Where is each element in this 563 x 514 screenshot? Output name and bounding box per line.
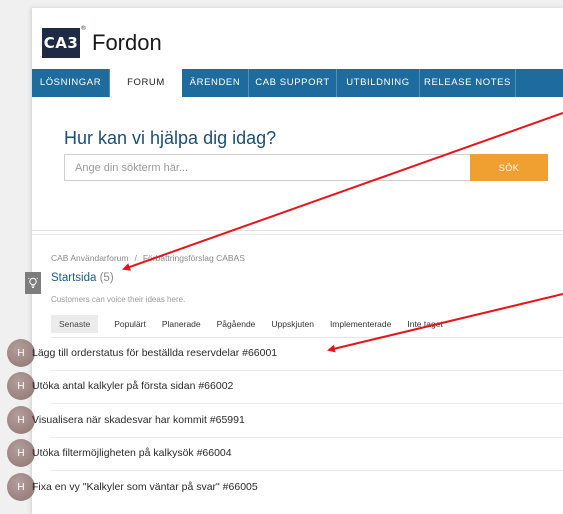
idea-title[interactable]: Fixa en vy "Kalkyler som väntar på svar"…	[32, 481, 258, 493]
search-button[interactable]: SÖK	[470, 154, 548, 181]
divider	[32, 234, 563, 235]
lightbulb-icon	[25, 272, 41, 294]
idea-title[interactable]: Lägg till orderstatus för beställda rese…	[32, 347, 277, 359]
filter-uppskjuten[interactable]: Uppskjuten	[271, 319, 314, 329]
breadcrumb-item-category[interactable]: Förbättringsförslag CABAS	[143, 253, 245, 263]
idea-row[interactable]: H Fixa en vy "Kalkyler som väntar på sva…	[7, 473, 563, 503]
nav-item-release-notes[interactable]: RELEASE NOTES	[420, 69, 516, 97]
filter-tabs: Senaste Populärt Planerade Pågående Upps…	[51, 315, 459, 333]
header: CA3 ® Fordon	[42, 18, 162, 68]
nav-item-forum[interactable]: FORUM	[110, 69, 182, 97]
search-box: SÖK	[64, 154, 548, 181]
main-nav: LÖSNINGAR FORUM ÄRENDEN CAB SUPPORT UTBI…	[32, 69, 563, 97]
forum-title: Startsida (5)	[51, 272, 114, 284]
nav-item-arenden[interactable]: ÄRENDEN	[182, 69, 249, 97]
avatar: H	[7, 372, 35, 400]
row-divider	[50, 437, 563, 438]
logo-text: CA3	[43, 34, 79, 52]
idea-row[interactable]: H Lägg till orderstatus för beställda re…	[7, 339, 563, 371]
page-card: CA3 ® Fordon LÖSNINGAR FORUM ÄRENDEN CAB…	[7, 8, 563, 514]
cab-logo[interactable]: CA3 ®	[42, 25, 87, 58]
avatar: H	[7, 406, 35, 434]
nav-item-utbildning[interactable]: UTBILDNING	[337, 69, 420, 97]
idea-title[interactable]: Utöka antal kalkyler på första sidan #66…	[32, 380, 233, 392]
filter-pagaende[interactable]: Pågående	[217, 319, 256, 329]
avatar: H	[7, 439, 35, 467]
row-divider	[50, 403, 563, 404]
idea-row[interactable]: H Visualisera när skadesvar har kommit #…	[7, 406, 563, 438]
filter-popularit[interactable]: Populärt	[114, 319, 146, 329]
breadcrumb-separator: /	[134, 253, 137, 263]
search-input[interactable]	[65, 155, 465, 180]
help-heading: Hur kan vi hjälpa dig idag?	[64, 128, 277, 148]
avatar: H	[7, 473, 35, 501]
breadcrumb: CAB Användarforum / Förbättringsförslag CA…	[51, 253, 245, 263]
row-divider	[50, 470, 563, 471]
idea-count: (5)	[99, 272, 114, 284]
idea-row[interactable]: H Utöka filtermöjligheten på kalkysök #6…	[7, 439, 563, 471]
nav-item-cab-support[interactable]: CAB SUPPORT	[249, 69, 337, 97]
registered-mark: ®	[80, 25, 87, 32]
nav-item-losningar[interactable]: LÖSNINGAR	[32, 69, 110, 97]
divider	[51, 337, 563, 338]
divider	[32, 230, 563, 231]
idea-title[interactable]: Visualisera när skadesvar har kommit #65…	[32, 414, 245, 426]
brand-name: Fordon	[92, 30, 162, 55]
idea-row[interactable]: H Utöka antal kalkyler på första sidan #…	[7, 372, 563, 404]
filter-implementerade[interactable]: Implementerade	[330, 319, 391, 329]
row-divider	[50, 370, 563, 371]
filter-senaste[interactable]: Senaste	[51, 315, 99, 333]
forum-title-link[interactable]: Startsida	[51, 272, 96, 284]
breadcrumb-item-forum[interactable]: CAB Användarforum	[51, 253, 128, 263]
forum-subtitle: Customers can voice their ideas here.	[51, 295, 186, 304]
filter-planerade[interactable]: Planerade	[162, 319, 201, 329]
idea-title[interactable]: Utöka filtermöjligheten på kalkysök #660…	[32, 447, 232, 459]
filter-inte-taget[interactable]: Inte taget	[407, 319, 442, 329]
avatar: H	[7, 339, 35, 367]
